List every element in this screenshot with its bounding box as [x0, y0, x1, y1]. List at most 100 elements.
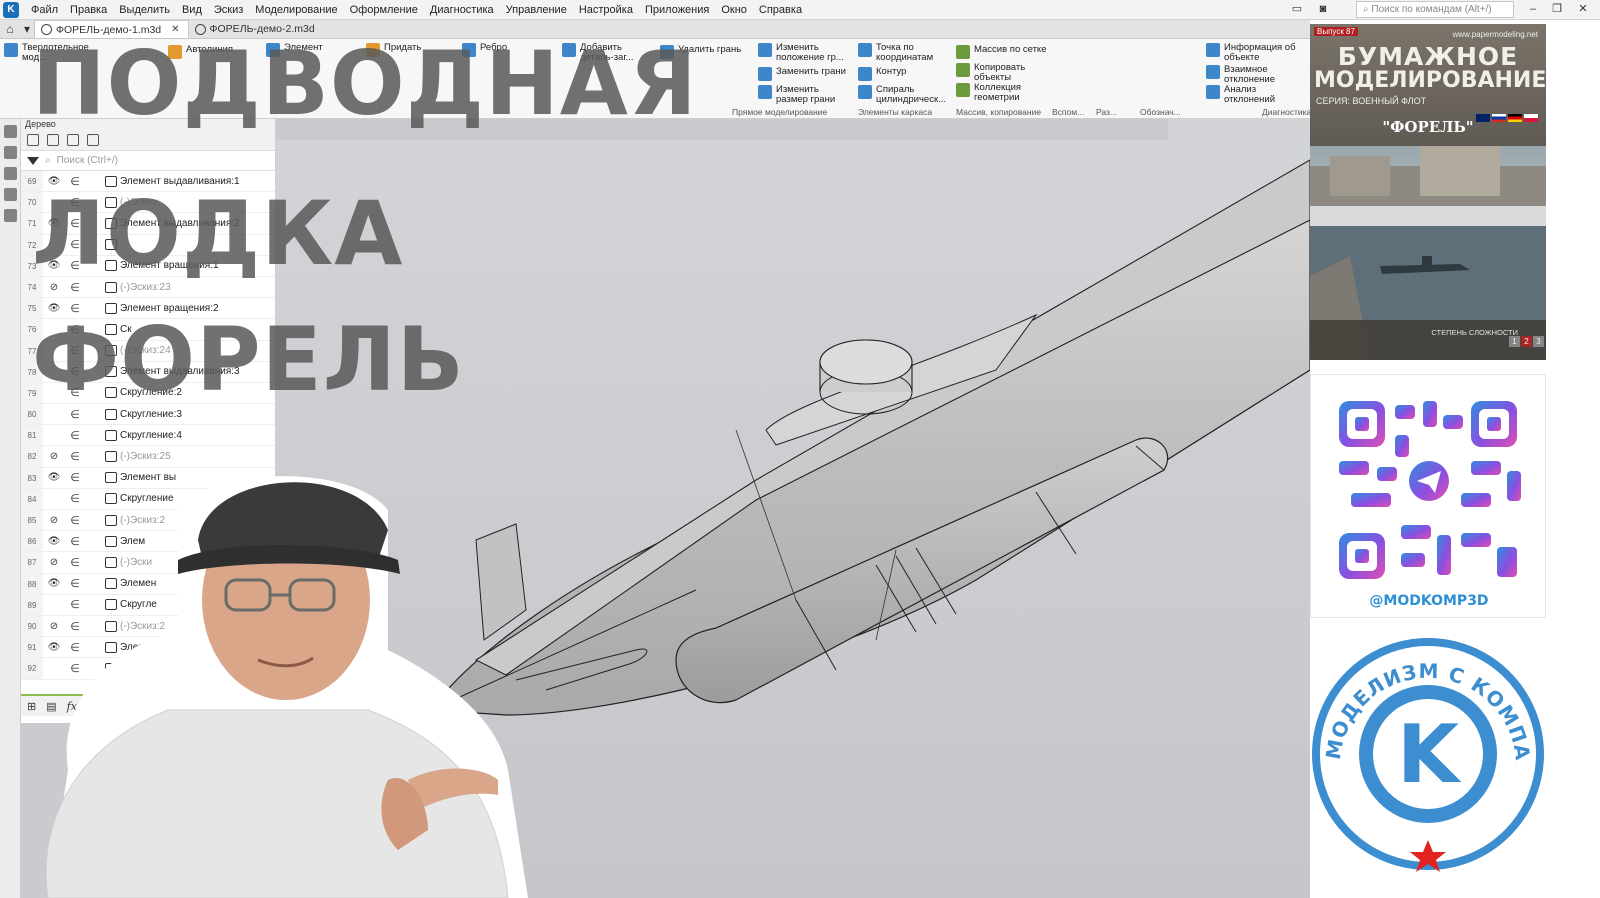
difficulty-level-3: 3 — [1533, 336, 1544, 347]
contour-icon — [858, 67, 872, 81]
magazine-cover: Выпуск 87 www.papermodeling.net БУМАЖНОЕ… — [1310, 24, 1546, 360]
ribbon-section-label: Раз... — [1096, 107, 1118, 117]
ribbon-label: Заменить грани — [776, 66, 846, 77]
command-search-input[interactable]: ⌕ Поиск по командам (Alt+/) — [1356, 1, 1514, 18]
properties-icon[interactable] — [4, 146, 17, 159]
channel-logo: МОДЕЛИЗМ С КОМПАСОМ 3D K — [1300, 617, 1546, 872]
ribbon-contour[interactable]: Контур — [858, 67, 950, 81]
ribbon-label: Изменить размер грани — [776, 84, 836, 105]
tree-search-input[interactable]: ⌕ Поиск (Ctrl+/) — [21, 151, 275, 171]
close-button[interactable]: ✕ — [1574, 1, 1592, 18]
ribbon-point-by-coords[interactable]: Точка по координатам — [858, 43, 950, 63]
menu-item[interactable]: Настройка — [573, 0, 639, 20]
menu-items: Файл Правка Выделить Вид Эскиз Моделирование О… — [25, 0, 808, 20]
ribbon-resize-face[interactable]: Изменить размер грани — [758, 85, 852, 105]
camera-icon[interactable]: ◙ — [1314, 1, 1332, 18]
ribbon-move-face[interactable]: Изменить положение гр... — [758, 43, 852, 63]
ribbon-deviation-analysis[interactable]: Анализ отклонений — [1206, 85, 1306, 105]
menu-item[interactable]: Диагностика — [424, 0, 500, 20]
ribbon-object-info[interactable]: Информация об объекте — [1206, 43, 1306, 63]
menu-item[interactable]: Вид — [176, 0, 208, 20]
menu-item[interactable]: Окно — [715, 0, 753, 20]
logo-letter: K — [1397, 708, 1462, 801]
ribbon-cylindrical-spiral[interactable]: Спираль цилиндрическ... — [858, 85, 950, 105]
magazine-url: www.papermodeling.net — [1452, 30, 1538, 39]
ribbon-replace-faces[interactable]: Заменить грани — [758, 67, 852, 81]
menu-item[interactable]: Правка — [64, 0, 113, 20]
ribbon-label: Массив по сетке — [974, 44, 1047, 55]
home-icon[interactable]: ⌂ — [0, 20, 20, 38]
ribbon-label: Взаимное отклонение — [1224, 64, 1275, 85]
spiral-icon — [858, 85, 872, 99]
restore-button[interactable]: ❐ — [1548, 1, 1566, 18]
ribbon-geometry-collection[interactable]: Коллекция геометрии — [956, 83, 1048, 103]
menu-item[interactable]: Оформление — [344, 0, 424, 20]
ribbon-grid-pattern[interactable]: Массив по сетке — [956, 45, 1048, 59]
variables-icon[interactable] — [4, 167, 17, 180]
ribbon-section-label: Массив, копирование — [956, 107, 1042, 117]
telegram-handle: @MODKOMP3D — [1369, 593, 1489, 609]
replace-faces-icon — [758, 67, 772, 81]
uk-flag-icon — [1476, 114, 1490, 122]
menu-item[interactable]: Эскиз — [208, 0, 249, 20]
ribbon-label: Контур — [876, 66, 907, 77]
tree-row[interactable]: 81 ∈ Скругление:4 — [21, 425, 275, 447]
point-icon — [858, 43, 872, 57]
difficulty-label: СТЕПЕНЬ СЛОЖНОСТИ — [1431, 328, 1518, 337]
pl-flag-icon — [1524, 114, 1538, 122]
solid-modeling-icon — [4, 43, 18, 57]
language-flags — [1476, 114, 1538, 122]
tree-structure-icon[interactable] — [27, 134, 39, 146]
minimize-button[interactable]: – — [1524, 1, 1542, 18]
layout-icon[interactable]: ▭ — [1288, 1, 1306, 18]
kompas-app-icon[interactable]: K — [3, 1, 19, 18]
move-face-icon — [758, 43, 772, 57]
tree-icon[interactable] — [4, 125, 17, 138]
resize-face-icon — [758, 85, 772, 99]
difficulty-level-1: 1 — [1509, 336, 1520, 347]
ribbon-mutual-deviation[interactable]: Взаимное отклонение — [1206, 65, 1306, 85]
tree-order-icon[interactable] — [47, 134, 59, 146]
left-vertical-toolbar — [0, 119, 21, 898]
grid-pattern-icon — [956, 45, 970, 59]
ribbon-label: Коллекция геометрии — [974, 82, 1022, 103]
deviation-icon — [1206, 65, 1220, 79]
video-title-line-3: ФОРЕЛЬ — [32, 308, 465, 411]
menu-bar: K Файл Правка Выделить Вид Эскиз Моделировани… — [0, 0, 1600, 20]
magazine-footer: СТЕПЕНЬ СЛОЖНОСТИ 1 2 3 — [1310, 320, 1546, 360]
magazine-title-line-2: МОДЕЛИРОВАНИЕ — [1314, 68, 1546, 93]
video-title-line-2: ЛОДКА — [32, 182, 404, 285]
command-search-placeholder: Поиск по командам (Alt+/) — [1371, 4, 1492, 15]
menu-item[interactable]: Файл — [25, 0, 64, 20]
kompas-logo: МОДЕЛИЗМ С КОМПАСОМ 3D K — [1300, 617, 1544, 872]
ribbon-copy-objects[interactable]: Копировать объекты — [956, 63, 1048, 83]
magazine-header: Выпуск 87 www.papermodeling.net БУМАЖНОЕ… — [1310, 24, 1546, 146]
telegram-qr-card[interactable]: @MODKOMP3D — [1310, 374, 1546, 618]
layers-icon[interactable] — [4, 188, 17, 201]
ribbon-label: Копировать объекты — [974, 62, 1026, 83]
qr-code — [1339, 401, 1521, 579]
tree-select-icon[interactable] — [87, 134, 99, 146]
menu-item[interactable]: Выделить — [113, 0, 176, 20]
tree-link-icon[interactable] — [67, 134, 79, 146]
difficulty-level-2: 2 — [1521, 336, 1532, 347]
relation-icon[interactable]: ∈ — [65, 429, 85, 442]
magazine-series: СЕРИЯ: ВОЕННЫЙ ФЛОТ — [1316, 96, 1427, 106]
menu-item[interactable]: Моделирование — [249, 0, 343, 20]
ribbon-label: Анализ отклонений — [1224, 84, 1276, 105]
ribbon-label: Точка по координатам — [876, 42, 934, 63]
viewport-top-strip — [1168, 119, 1310, 140]
search-icon: ⌕ — [45, 155, 51, 166]
ribbon-label: Изменить положение гр... — [776, 42, 844, 63]
tree-row-label: Скругление:4 — [120, 429, 182, 441]
menu-item[interactable]: Справка — [753, 0, 808, 20]
ribbon-label: Информация об объекте — [1224, 42, 1296, 63]
filter-icon[interactable] — [27, 156, 39, 165]
menu-icon[interactable] — [4, 209, 17, 222]
menu-item[interactable]: Приложения — [639, 0, 715, 20]
magazine-title-line-1: БУМАЖНОЕ — [1337, 42, 1519, 71]
ribbon-section-label: Диагностика — [1262, 107, 1312, 117]
collection-icon — [956, 83, 970, 97]
ru-flag-icon — [1492, 114, 1506, 122]
menu-item[interactable]: Управление — [500, 0, 573, 20]
